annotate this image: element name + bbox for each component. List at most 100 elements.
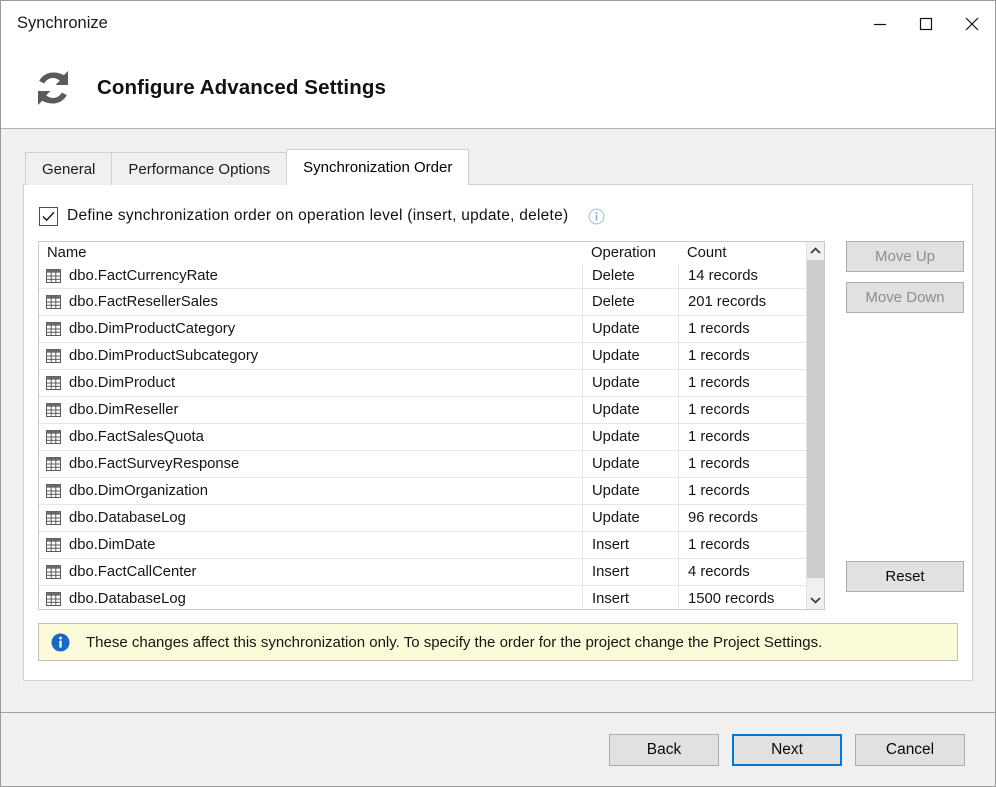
page-title: Configure Advanced Settings [97,75,386,99]
next-button[interactable]: Next [732,733,842,766]
table-icon [46,565,61,579]
cell-count: 1 records [678,478,806,504]
column-header-count[interactable]: Count [678,242,806,264]
cell-name: dbo.DatabaseLog [39,510,582,526]
close-icon [964,16,980,32]
cancel-button[interactable]: Cancel [855,733,965,766]
row-name-text: dbo.DatabaseLog [69,510,186,526]
cell-count: 4 records [678,559,806,585]
tab-synchronization-order[interactable]: Synchronization Order [286,149,470,185]
row-name-text: dbo.FactCurrencyRate [69,268,218,284]
tab-panel-synchronization-order: Define synchronization order on operatio… [23,184,973,681]
row-name-text: dbo.DimProductCategory [69,321,236,337]
cell-name: dbo.DimProduct [39,375,582,391]
back-button[interactable]: Back [609,733,719,766]
table-row[interactable]: dbo.FactSurveyResponse Update 1 records [39,451,806,478]
row-name-text: dbo.FactResellerSales [69,294,218,310]
cell-count: 1500 records [678,586,806,609]
cell-operation: Update [582,316,678,342]
table-icon [46,349,61,363]
cell-name: dbo.FactSalesQuota [39,429,582,445]
chevron-up-icon [810,242,821,260]
column-header-operation[interactable]: Operation [582,242,678,264]
table-row[interactable]: dbo.FactResellerSales Delete 201 records [39,289,806,316]
row-name-text: dbo.FactCallCenter [69,564,197,580]
row-name-text: dbo.DimProductSubcategory [69,348,259,364]
scrollbar-track[interactable] [807,260,824,591]
cell-count: 1 records [678,316,806,342]
cell-name: dbo.FactSurveyResponse [39,456,582,472]
chevron-down-icon [810,591,821,609]
minimize-button[interactable] [857,1,903,47]
row-name-text: dbo.DimReseller [69,402,179,418]
info-circle-icon[interactable] [588,207,605,225]
table-icon [46,538,61,552]
table-row[interactable]: dbo.DimProduct Update 1 records [39,370,806,397]
define-order-label: Define synchronization order on operatio… [67,207,569,224]
reset-button[interactable]: Reset [846,561,964,592]
cell-operation: Insert [582,532,678,558]
info-icon [51,633,70,652]
scroll-up-button[interactable] [807,242,824,260]
table-row[interactable]: dbo.DimDate Insert 1 records [39,532,806,559]
table-row[interactable]: dbo.DimProductSubcategory Update 1 recor… [39,343,806,370]
cell-operation: Update [582,451,678,477]
page-header: Configure Advanced Settings [1,47,995,129]
table-icon [46,511,61,525]
maximize-button[interactable] [903,1,949,47]
caption-button-group [857,1,995,47]
table-icon [46,484,61,498]
row-name-text: dbo.DimOrganization [69,483,208,499]
tab-performance-options[interactable]: Performance Options [111,152,288,185]
cell-count: 1 records [678,397,806,423]
cell-name: dbo.DimReseller [39,402,582,418]
tab-general[interactable]: General [25,152,113,185]
synchronization-order-grid: Name Operation Count dbo.FactCurrencyRat… [38,241,825,610]
table-row[interactable]: dbo.FactCallCenter Insert 4 records [39,559,806,586]
table-icon [46,295,61,309]
table-row[interactable]: dbo.DatabaseLog Update 96 records [39,505,806,532]
cell-name: dbo.FactCallCenter [39,564,582,580]
cell-name: dbo.DimDate [39,537,582,553]
cell-name: dbo.DimProductCategory [39,321,582,337]
grid-vertical-scrollbar[interactable] [806,242,824,609]
cell-name: dbo.DatabaseLog [39,591,582,607]
row-name-text: dbo.DimProduct [69,375,176,391]
cell-operation: Delete [582,264,678,288]
grid-action-buttons: Move Up Move Down Reset [825,241,964,610]
close-button[interactable] [949,1,995,47]
maximize-icon [919,17,933,31]
table-icon [46,430,61,444]
info-banner: These changes affect this synchronizatio… [38,623,958,661]
row-name-text: dbo.DatabaseLog [69,591,186,607]
cell-operation: Delete [582,289,678,315]
synchronize-dialog: Synchronize Configure Advanced Settings … [0,0,996,787]
title-bar: Synchronize [1,1,995,47]
cell-count: 1 records [678,343,806,369]
table-icon [46,269,61,283]
dialog-footer: Back Next Cancel [1,712,995,786]
move-up-button[interactable]: Move Up [846,241,964,272]
cell-operation: Update [582,424,678,450]
define-order-checkbox[interactable] [39,206,58,226]
table-row[interactable]: dbo.DimReseller Update 1 records [39,397,806,424]
cell-name: dbo.DimProductSubcategory [39,348,582,364]
row-name-text: dbo.DimDate [69,537,156,553]
table-row[interactable]: dbo.DimOrganization Update 1 records [39,478,806,505]
scroll-down-button[interactable] [807,591,824,609]
table-row[interactable]: dbo.DimProductCategory Update 1 records [39,316,806,343]
table-row[interactable]: dbo.DatabaseLog Insert 1500 records [39,586,806,609]
minimize-icon [873,17,887,31]
cell-operation: Insert [582,586,678,609]
scrollbar-thumb[interactable] [807,260,824,578]
cell-operation: Insert [582,559,678,585]
cell-count: 201 records [678,289,806,315]
grid-rows-container: Name Operation Count dbo.FactCurrencyRat… [39,242,806,609]
info-banner-text: These changes affect this synchronizatio… [86,633,823,651]
table-row[interactable]: dbo.FactSalesQuota Update 1 records [39,424,806,451]
table-row[interactable]: dbo.FactCurrencyRate Delete 14 records [39,264,806,289]
column-header-name[interactable]: Name [39,245,582,261]
cell-count: 14 records [678,264,806,288]
table-icon [46,457,61,471]
move-down-button[interactable]: Move Down [846,282,964,313]
